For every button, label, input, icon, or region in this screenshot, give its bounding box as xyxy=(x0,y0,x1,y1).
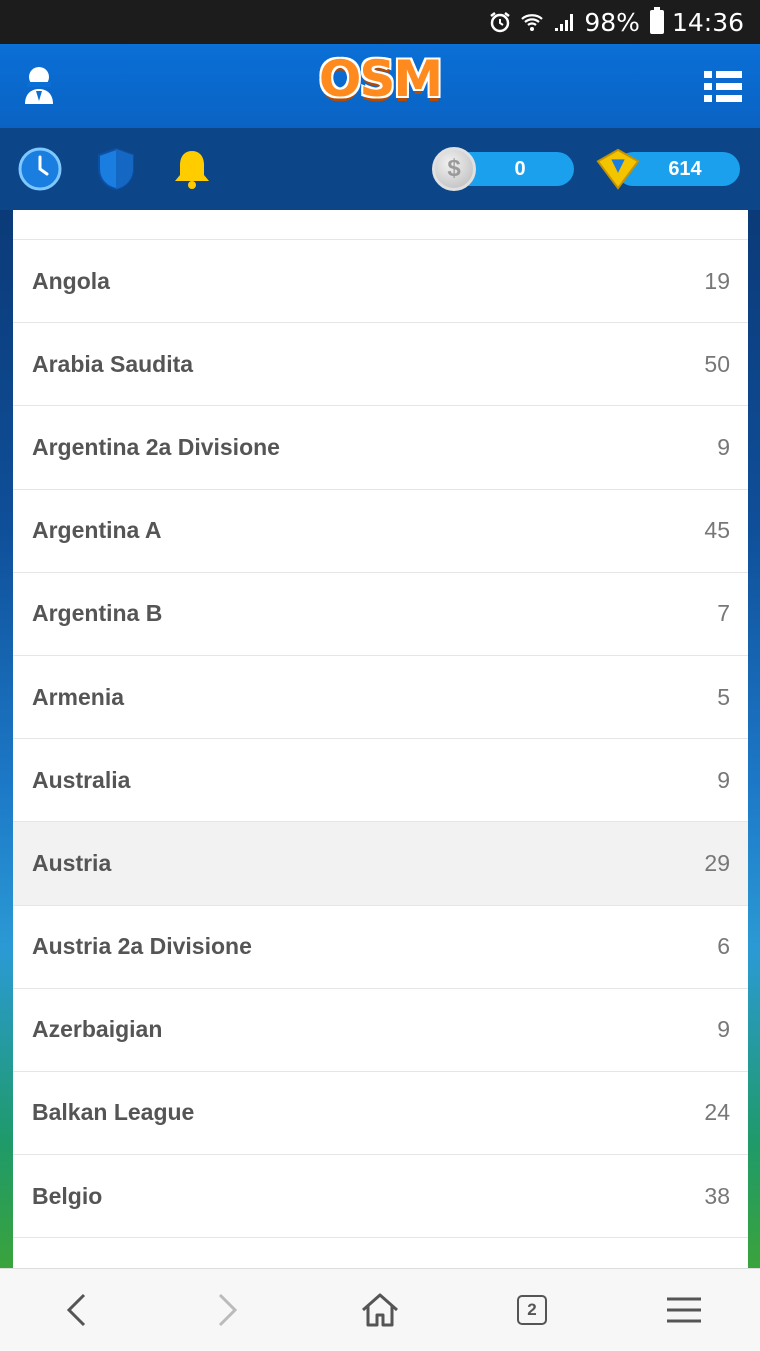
league-count: 19 xyxy=(704,267,730,294)
league-count: 9 xyxy=(717,433,730,460)
league-name: Austria 2a Divisione xyxy=(32,933,252,960)
league-count: 9 xyxy=(717,1016,730,1043)
home-icon[interactable] xyxy=(340,1280,420,1340)
list-item[interactable]: Austria 2a Divisione 6 xyxy=(13,904,748,988)
browser-bottom-nav: 2 xyxy=(0,1268,760,1351)
league-count: 50 xyxy=(704,350,730,377)
league-count: 9 xyxy=(717,766,730,793)
list-item-partial-bottom[interactable] xyxy=(13,1237,748,1268)
league-name: Australia xyxy=(32,766,131,793)
boss-coin-icon xyxy=(596,147,640,191)
league-count: 38 xyxy=(704,1182,730,1209)
league-name: Angola xyxy=(32,267,110,294)
forward-icon[interactable] xyxy=(188,1280,268,1340)
list-item[interactable]: Argentina A 45 xyxy=(13,488,748,572)
bell-icon[interactable] xyxy=(170,147,214,191)
boss-coins-value: 614 xyxy=(668,157,702,180)
shield-icon[interactable] xyxy=(94,147,138,191)
league-list: Angola 19 Arabia Saudita 50 Argentina 2a… xyxy=(13,210,748,1268)
league-name: Azerbaigian xyxy=(32,1016,163,1043)
list-item[interactable]: Azerbaigian 9 xyxy=(13,987,748,1071)
league-name: Argentina A xyxy=(32,517,162,544)
league-name: Belgio xyxy=(32,1182,103,1209)
list-item[interactable]: Balkan League 24 xyxy=(13,1070,748,1154)
signal-icon xyxy=(552,10,576,34)
league-name: Arabia Saudita xyxy=(32,350,194,377)
league-count: 7 xyxy=(717,600,730,627)
back-icon[interactable] xyxy=(36,1280,116,1340)
manager-avatar-icon[interactable] xyxy=(22,66,56,106)
coins-value: 0 xyxy=(514,157,526,180)
list-item[interactable]: Australia 9 xyxy=(13,738,748,821)
list-item[interactable]: Argentina 2a Divisione 9 xyxy=(13,405,748,488)
status-bar: 98% 14:36 xyxy=(0,0,760,44)
hamburger-icon[interactable] xyxy=(644,1280,724,1340)
tab-count: 2 xyxy=(517,1295,547,1325)
wifi-icon xyxy=(520,10,544,34)
list-item[interactable]: Belgio 38 xyxy=(13,1154,748,1237)
alarm-icon xyxy=(488,10,512,34)
list-item[interactable]: Angola 19 xyxy=(13,239,748,322)
league-count: 29 xyxy=(704,849,730,876)
league-name: Armenia xyxy=(32,683,125,710)
league-count: 24 xyxy=(704,1099,730,1126)
list-item-partial-top xyxy=(13,210,748,239)
battery-percent: 98% xyxy=(584,7,640,37)
coin-icon: $ xyxy=(432,147,476,191)
league-name: Argentina 2a Divisione xyxy=(32,433,280,460)
list-item-selected[interactable]: Austria 29 xyxy=(13,821,748,905)
league-name: Balkan League xyxy=(32,1099,195,1126)
osm-logo: OSM xyxy=(318,50,443,108)
league-count: 6 xyxy=(717,933,730,960)
game-toolbar: 0 $ 614 xyxy=(0,128,760,210)
tabs-icon[interactable]: 2 xyxy=(492,1280,572,1340)
clock-time: 14:36 xyxy=(671,7,744,37)
league-name: Austria xyxy=(32,849,112,876)
league-count: 5 xyxy=(717,683,730,710)
menu-list-icon[interactable] xyxy=(704,70,742,102)
list-item[interactable]: Armenia 5 xyxy=(13,654,748,738)
battery-icon xyxy=(649,7,664,34)
league-name: Argentina B xyxy=(32,600,163,627)
app-header: OSM xyxy=(0,44,760,128)
list-item[interactable]: Arabia Saudita 50 xyxy=(13,322,748,405)
list-item[interactable]: Argentina B 7 xyxy=(13,571,748,655)
clock-icon[interactable] xyxy=(18,147,62,191)
league-count: 45 xyxy=(704,517,730,544)
